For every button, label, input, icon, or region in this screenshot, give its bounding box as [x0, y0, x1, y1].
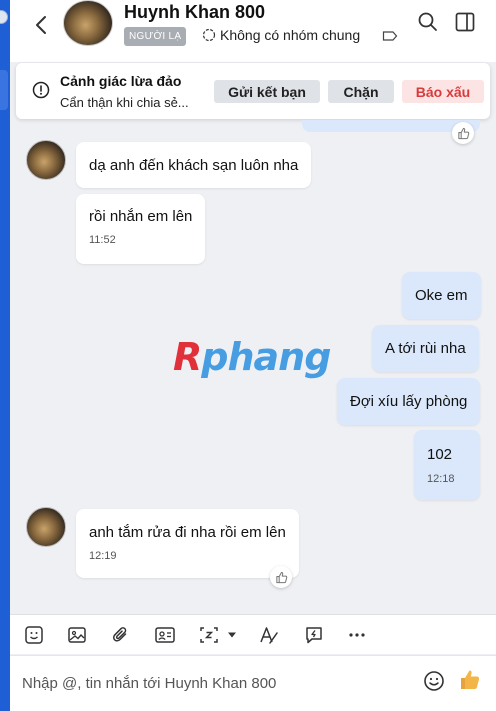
- more-options-button[interactable]: [346, 624, 368, 646]
- block-button[interactable]: Chặn: [328, 80, 394, 103]
- attach-file-button[interactable]: [110, 624, 132, 646]
- message-text: A tới rùi nha: [385, 340, 466, 357]
- text-format-icon: [260, 627, 278, 644]
- thumbs-up-icon: [457, 127, 469, 139]
- screenshot-button[interactable]: [198, 624, 220, 646]
- format-text-button[interactable]: [258, 624, 280, 646]
- screenshot-options-button[interactable]: [224, 624, 240, 646]
- screenshot-icon: [200, 627, 218, 643]
- search-icon[interactable]: [416, 10, 440, 34]
- left-app-rail: [0, 0, 10, 711]
- message-text: 102: [427, 446, 453, 463]
- sticker-icon: [25, 626, 43, 644]
- contact-name[interactable]: Huynh Khan 800: [124, 2, 265, 23]
- sender-avatar[interactable]: [26, 140, 66, 180]
- chevron-left-icon: [36, 16, 46, 34]
- warning-subtitle: Cẩn thận khi chia sẻ...: [60, 95, 189, 110]
- watermark-initial: R: [173, 335, 202, 379]
- report-button[interactable]: Báo xấu: [402, 80, 484, 103]
- message-text: Đợi xíu lấy phòng: [350, 393, 468, 410]
- scam-warning-card: Cảnh giác lừa đảo Cẩn thận khi chia sẻ..…: [16, 63, 490, 119]
- paperclip-icon: [113, 627, 127, 642]
- react-button[interactable]: [270, 566, 292, 588]
- sender-avatar[interactable]: [26, 507, 66, 547]
- back-button[interactable]: [28, 12, 54, 38]
- quick-message-button[interactable]: [303, 624, 325, 646]
- image-button[interactable]: [66, 624, 88, 646]
- thumbs-up-icon: [275, 571, 287, 583]
- message-text: dạ anh đến khách sạn luôn nha: [89, 156, 299, 174]
- message-text: rồi nhắn em lên: [89, 208, 193, 225]
- lightning-message-icon: [306, 627, 322, 644]
- message-text: anh tắm rửa đi nha rồi em lên: [89, 524, 286, 541]
- incoming-message[interactable]: anh tắm rửa đi nha rồi em lên 12:19: [76, 509, 299, 578]
- message-text: Oke em: [415, 287, 468, 304]
- more-horizontal-icon: [349, 633, 365, 637]
- watermark-rest: phang: [201, 335, 331, 379]
- contact-card-icon: [155, 627, 175, 643]
- outgoing-message[interactable]: 102 12:18: [414, 430, 480, 500]
- image-icon: [68, 627, 86, 643]
- message-time: 12:19: [89, 550, 117, 562]
- rail-active-indicator: [0, 70, 8, 110]
- outgoing-message[interactable]: Đợi xíu lấy phòng: [337, 378, 481, 425]
- composer: [10, 655, 496, 711]
- alert-circle-icon: [32, 81, 50, 99]
- contact-avatar[interactable]: [63, 0, 113, 46]
- chat-window: Huynh Khan 800 NGƯỜI LẠ Không có nhóm ch…: [10, 0, 496, 711]
- quick-like-icon[interactable]: [458, 668, 482, 692]
- warning-title: Cảnh giác lừa đảo: [60, 73, 182, 89]
- composer-toolbar: [10, 614, 496, 654]
- chat-header: Huynh Khan 800 NGƯỜI LẠ Không có nhóm ch…: [10, 0, 496, 62]
- react-button[interactable]: [452, 122, 474, 144]
- sticker-button[interactable]: [23, 624, 45, 646]
- message-time: 11:52: [89, 234, 116, 246]
- caret-down-icon: [228, 632, 236, 638]
- watermark-logo: Rphang: [173, 335, 331, 379]
- emoji-icon[interactable]: [422, 669, 446, 693]
- stranger-badge: NGƯỜI LẠ: [124, 27, 187, 46]
- group-icon: [202, 28, 216, 42]
- rail-avatar[interactable]: [0, 10, 8, 24]
- contact-card-button[interactable]: [154, 624, 176, 646]
- common-groups-info[interactable]: Không có nhóm chung: [202, 27, 360, 43]
- label-tag-icon[interactable]: [382, 30, 398, 42]
- add-friend-button[interactable]: Gửi kết bạn: [214, 80, 320, 103]
- message-input[interactable]: [22, 672, 402, 694]
- common-groups-label: Không có nhóm chung: [220, 27, 361, 43]
- incoming-message[interactable]: rồi nhắn em lên 11:52: [76, 194, 206, 264]
- incoming-message[interactable]: dạ anh đến khách sạn luôn nha: [76, 142, 312, 188]
- outgoing-message[interactable]: A tới rùi nha: [372, 325, 479, 372]
- outgoing-message[interactable]: Oke em: [402, 272, 481, 319]
- side-panel-icon[interactable]: [453, 10, 477, 34]
- message-time: 12:18: [427, 473, 455, 485]
